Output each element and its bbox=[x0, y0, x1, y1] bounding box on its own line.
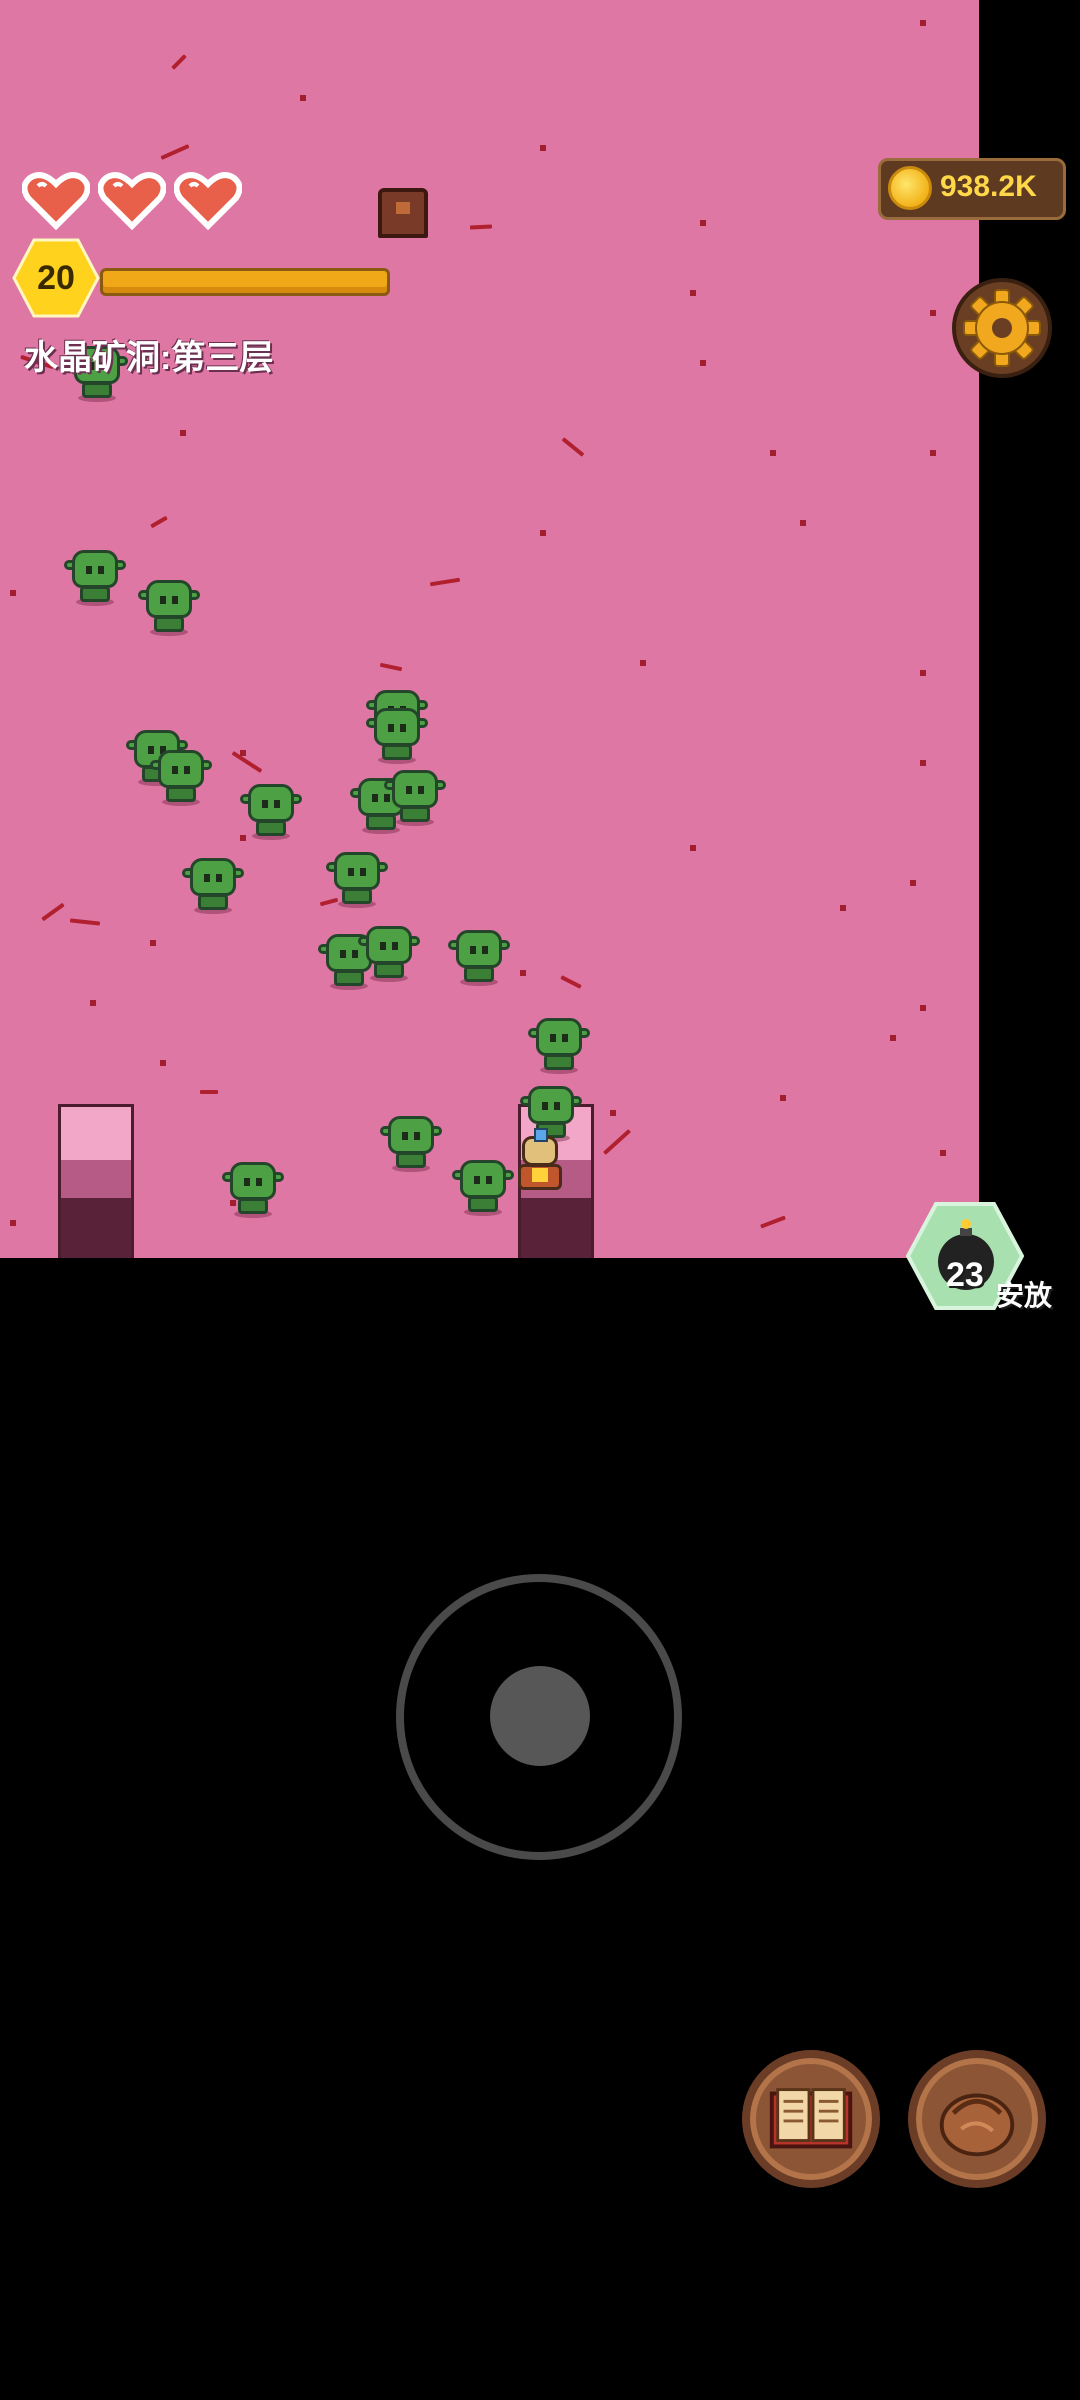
ground-crack bbox=[610, 1110, 616, 1116]
ground-crack bbox=[520, 970, 526, 976]
ground-crack bbox=[640, 660, 646, 666]
level-number: 20 bbox=[37, 259, 75, 297]
ground-crack bbox=[10, 1220, 16, 1226]
ground-crack bbox=[760, 1215, 786, 1229]
ground-crack bbox=[69, 918, 101, 926]
ground-crack bbox=[700, 220, 706, 226]
treasure-chest bbox=[378, 188, 428, 238]
goblin-enemy bbox=[366, 706, 428, 764]
heart-icon bbox=[173, 170, 243, 231]
coin-icon bbox=[888, 166, 932, 210]
ground-crack bbox=[700, 360, 706, 366]
ground-crack bbox=[10, 590, 16, 596]
bomb-count: 23 bbox=[946, 1256, 984, 1294]
ground-crack bbox=[770, 450, 776, 456]
goblin-enemy bbox=[520, 1084, 582, 1142]
ground-crack bbox=[41, 902, 65, 922]
ground-crack bbox=[840, 905, 846, 911]
goblin-enemy bbox=[384, 768, 446, 826]
ground-crack bbox=[920, 1005, 926, 1011]
ground-crack bbox=[540, 145, 546, 151]
ground-crack bbox=[231, 751, 263, 773]
goblin-enemy bbox=[138, 578, 200, 636]
ground-crack bbox=[940, 1150, 946, 1156]
goblin-enemy bbox=[240, 782, 302, 840]
ground-crack bbox=[603, 1129, 631, 1155]
ground-crack bbox=[920, 670, 926, 676]
ground-crack bbox=[560, 975, 582, 989]
ground-crack bbox=[160, 1060, 166, 1066]
ground-crack bbox=[930, 310, 936, 316]
goblin-enemy bbox=[182, 856, 244, 914]
bag-button[interactable] bbox=[908, 2050, 1046, 2188]
ground-crack bbox=[160, 144, 190, 160]
goblin-enemy bbox=[64, 548, 126, 606]
place-bomb-label[interactable]: 安放 bbox=[996, 1274, 1052, 1314]
goblin-enemy bbox=[448, 928, 510, 986]
pink-pillar-left bbox=[58, 1104, 134, 1258]
ground-crack bbox=[800, 520, 806, 526]
ground-crack bbox=[150, 940, 156, 946]
goblin-enemy bbox=[528, 1016, 590, 1074]
ground-crack bbox=[200, 1090, 218, 1094]
ground-crack bbox=[180, 430, 186, 436]
goblin-enemy bbox=[150, 748, 212, 806]
ground-crack bbox=[429, 577, 461, 587]
heart-icon bbox=[97, 170, 167, 231]
ground-crack bbox=[469, 224, 493, 230]
ground-crack bbox=[930, 450, 936, 456]
book-button[interactable] bbox=[742, 2050, 880, 2188]
goblin-enemy bbox=[326, 850, 388, 908]
floor-name: 水晶矿洞:第三层 bbox=[24, 339, 274, 377]
ground-crack bbox=[150, 515, 168, 529]
ground-crack bbox=[561, 437, 585, 457]
goblin-enemy bbox=[358, 924, 420, 982]
ground-crack bbox=[890, 1035, 896, 1041]
ground-crack bbox=[920, 20, 926, 26]
book-icon bbox=[769, 2088, 853, 2149]
ground-crack bbox=[90, 1000, 96, 1006]
xp-bar bbox=[100, 268, 390, 296]
ground-crack bbox=[690, 845, 696, 851]
joystick-knob[interactable] bbox=[490, 1666, 590, 1766]
ground-crack bbox=[780, 1095, 786, 1101]
ground-crack bbox=[920, 760, 926, 766]
ground-crack bbox=[690, 290, 696, 296]
goblin-enemy bbox=[452, 1158, 514, 1216]
gear-icon[interactable] bbox=[950, 276, 1054, 380]
ground-crack bbox=[910, 880, 916, 886]
heart-icon bbox=[21, 170, 91, 231]
ground-crack bbox=[171, 54, 187, 70]
goblin-enemy bbox=[380, 1114, 442, 1172]
coin-amount: 938.2K bbox=[940, 170, 1037, 203]
ground-crack bbox=[540, 530, 546, 536]
ground-crack bbox=[300, 95, 306, 101]
player-character bbox=[512, 1128, 568, 1196]
goblin-enemy bbox=[222, 1160, 284, 1218]
ground-crack bbox=[379, 662, 403, 672]
bag-icon bbox=[939, 2093, 1015, 2157]
